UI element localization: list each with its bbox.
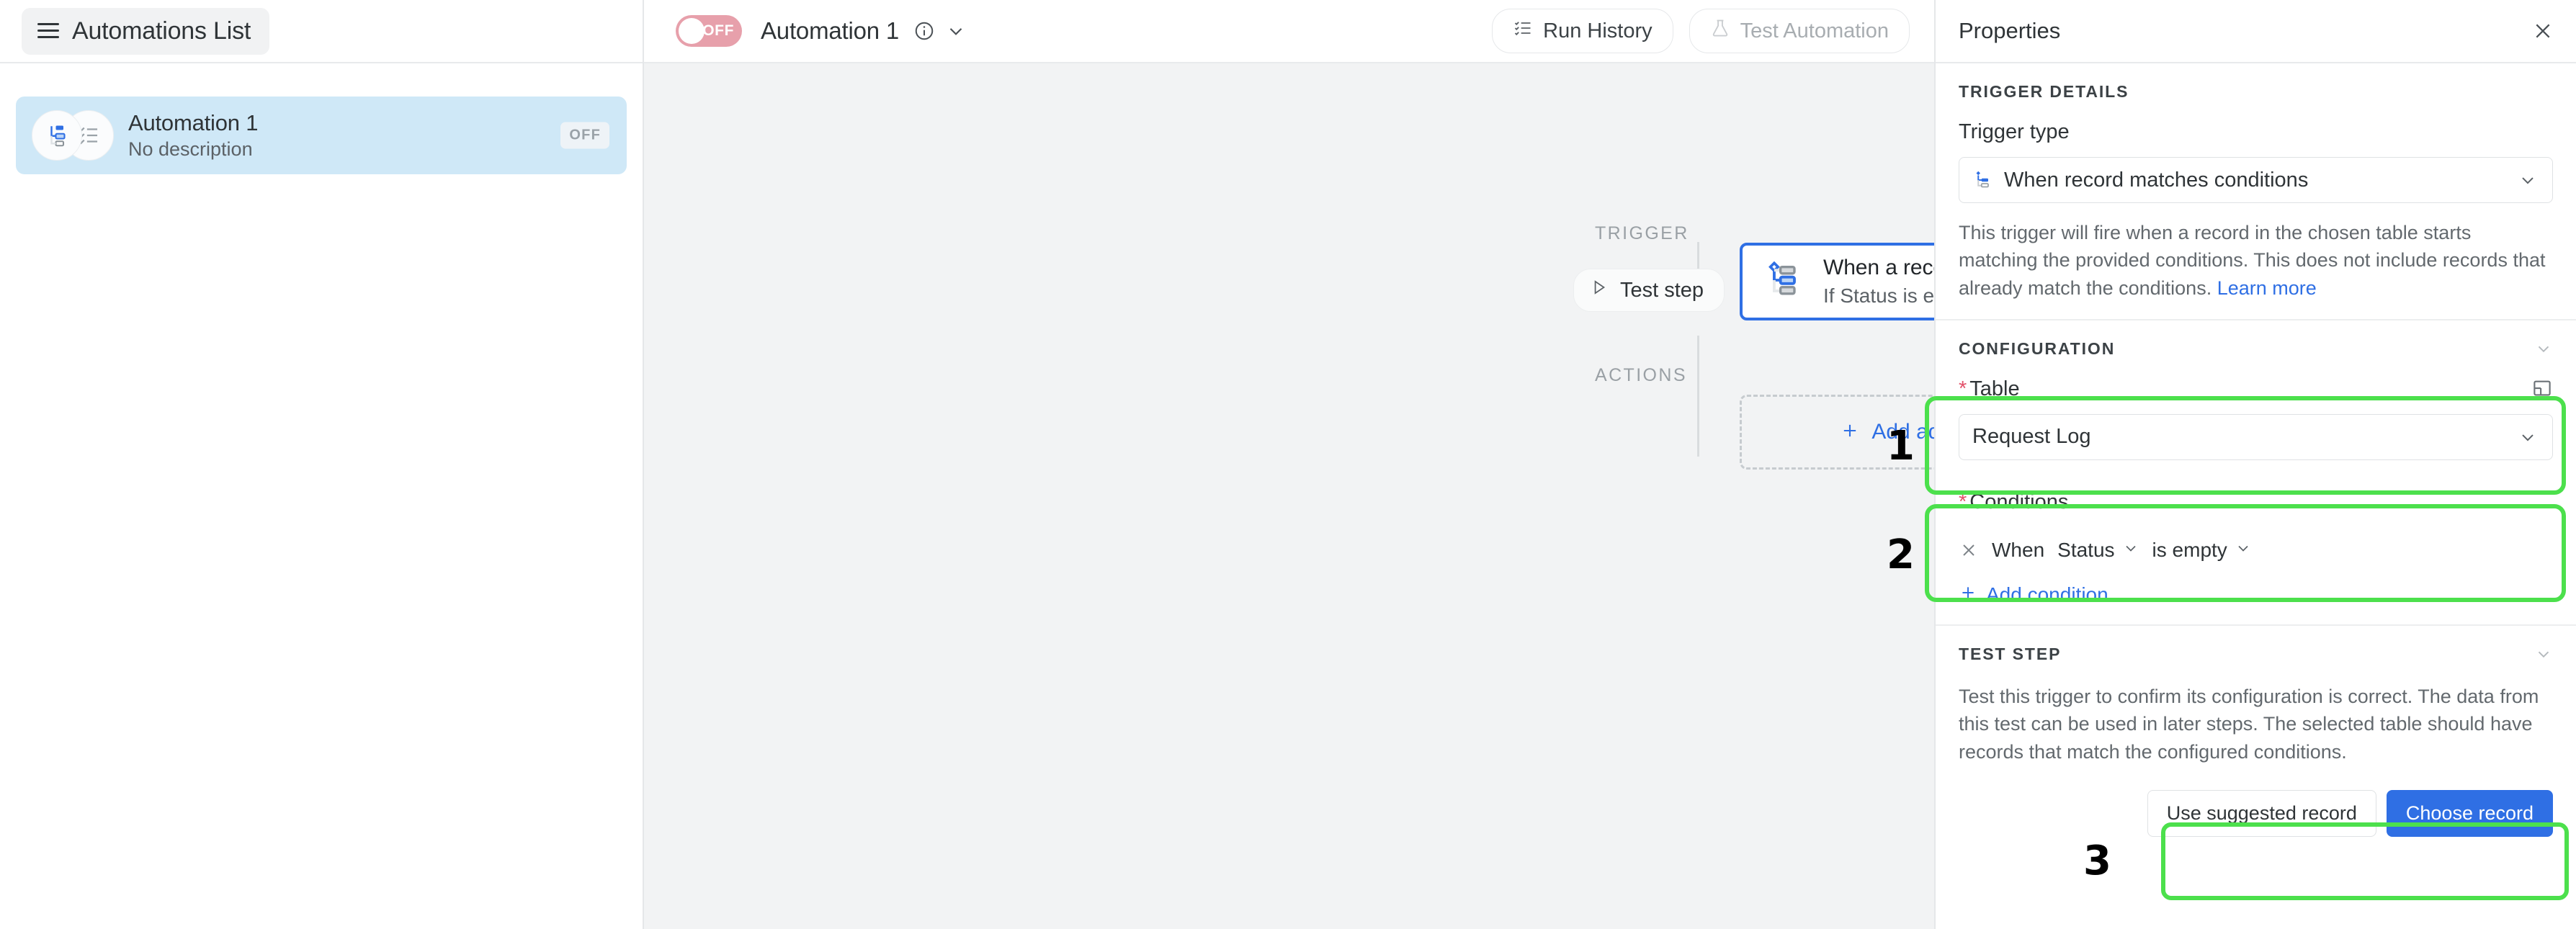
chevron-down-icon <box>2122 539 2139 560</box>
conditions-field-group: * Conditions When Status is empty Add co… <box>1959 490 2553 607</box>
info-icon[interactable] <box>913 20 935 42</box>
remove-condition-icon[interactable] <box>1959 540 1979 560</box>
run-history-icon <box>1513 18 1533 44</box>
trigger-type-value: When record matches conditions <box>2004 168 2309 192</box>
editor-toolbar: OFF Automation 1 Run History Test Automa… <box>644 0 1934 63</box>
flow-canvas: TRIGGER ACTIONS Test step When a rec If … <box>644 63 1934 929</box>
toggle-knob <box>679 18 705 44</box>
toggle-label: OFF <box>702 22 734 39</box>
properties-header: Properties <box>1936 0 2576 63</box>
required-asterisk: * <box>1959 377 1967 400</box>
trigger-card-subtitle: If Status is empty <box>1823 284 1934 307</box>
trigger-details-heading-label: TRIGGER DETAILS <box>1959 82 2129 101</box>
trigger-card-text: When a record matches conditions If Stat… <box>1823 256 1934 308</box>
automations-list-label: Automations List <box>72 17 251 45</box>
properties-title: Properties <box>1959 18 2061 43</box>
condition-field-select[interactable]: Status <box>2057 539 2139 562</box>
trigger-lane-label: TRIGGER <box>1595 223 1689 243</box>
chevron-down-icon <box>2518 427 2538 447</box>
test-step-button[interactable]: Test step <box>1573 269 1725 312</box>
automations-sidebar: Automations List Automation 1 No descrip… <box>0 0 644 929</box>
add-condition-button[interactable]: Add condition <box>1959 583 2108 607</box>
table-label: * Table <box>1959 377 2553 401</box>
trigger-details-section: TRIGGER DETAILS Trigger type When record <box>1936 63 2576 320</box>
expand-table-icon[interactable] <box>2531 377 2553 399</box>
annotation-marker-3: 3 <box>2083 838 2111 884</box>
condition-operator-value: is empty <box>2152 538 2227 561</box>
test-step-heading: TEST STEP <box>1959 645 2553 664</box>
trigger-card[interactable]: When a record matches conditions If Stat… <box>1740 243 1934 320</box>
trigger-type-label: Trigger type <box>1959 120 2070 143</box>
table-value: Request Log <box>1972 425 2091 449</box>
run-history-label: Run History <box>1543 19 1653 42</box>
record-matches-conditions-icon <box>1972 169 1994 191</box>
run-history-button[interactable]: Run History <box>1492 9 1673 53</box>
record-matches-conditions-icon <box>1763 259 1804 305</box>
collapse-chevron-icon[interactable] <box>2534 645 2553 663</box>
chevron-down-icon <box>2518 170 2538 190</box>
condition-field-value: Status <box>2057 538 2115 561</box>
test-automation-button[interactable]: Test Automation <box>1689 9 1910 53</box>
trigger-type-select[interactable]: When record matches conditions <box>1959 157 2553 203</box>
table-field-group: * Table Request Log <box>1959 377 2553 460</box>
hamburger-menu-icon <box>37 23 59 39</box>
add-condition-label: Add condition <box>1986 583 2108 606</box>
collapse-chevron-icon[interactable] <box>2534 339 2553 358</box>
configuration-heading-label: CONFIGURATION <box>1959 338 2116 358</box>
close-icon[interactable] <box>2531 19 2554 42</box>
annotation-marker-2: 2 <box>1887 531 1915 578</box>
list-item[interactable]: Automation 1 No description OFF <box>16 97 627 174</box>
flask-icon <box>1710 18 1730 44</box>
table-select[interactable]: Request Log <box>1959 413 2553 460</box>
list-item-text: Automation 1 No description <box>128 110 258 161</box>
automations-list: Automation 1 No description OFF <box>0 63 643 174</box>
flow-graph: TRIGGER ACTIONS Test step When a rec If … <box>644 63 1934 929</box>
test-step-heading-label: TEST STEP <box>1959 644 2062 663</box>
sidebar-header: Automations List <box>0 0 643 63</box>
test-step-buttons: Use suggested record Choose record <box>1959 789 2553 837</box>
automations-list-button[interactable]: Automations List <box>22 7 270 55</box>
configuration-heading: CONFIGURATION <box>1959 339 2553 359</box>
table-label-text: Table <box>1969 377 2020 400</box>
required-asterisk: * <box>1959 490 1967 513</box>
automation-avatar-group <box>32 110 124 161</box>
annotation-marker-1: 1 <box>1887 423 1915 470</box>
properties-body: TRIGGER DETAILS Trigger type When record <box>1936 63 2576 929</box>
learn-more-link[interactable]: Learn more <box>2217 277 2317 299</box>
configuration-section: CONFIGURATION * Table Request Log * Cond… <box>1936 320 2576 626</box>
test-step-label: Test step <box>1620 278 1704 302</box>
plus-icon <box>1840 421 1860 444</box>
chevron-down-icon <box>2235 539 2252 560</box>
conditions-label: * Conditions <box>1959 490 2553 514</box>
list-item-title: Automation 1 <box>128 110 259 135</box>
flow-branch-icon <box>32 110 82 161</box>
trigger-helper-text: This trigger will fire when a record in … <box>1959 219 2553 302</box>
toolbar-actions: Run History Test Automation <box>1492 9 1910 53</box>
test-step-description: Test this trigger to confirm its configu… <box>1959 685 2539 763</box>
app-root: Automations List Automation 1 No descrip… <box>0 0 2576 929</box>
trigger-details-heading: TRIGGER DETAILS <box>1959 82 2553 102</box>
condition-operator-select[interactable]: is empty <box>2152 539 2252 562</box>
use-suggested-record-button[interactable]: Use suggested record <box>2147 789 2376 837</box>
properties-panel: Properties TRIGGER DETAILS Trigger type <box>1934 0 2576 929</box>
page-title: Automation 1 <box>761 17 900 44</box>
condition-row: When Status is empty <box>1959 539 2553 562</box>
automation-editor: OFF Automation 1 Run History Test Automa… <box>644 0 1934 929</box>
actions-lane-label: ACTIONS <box>1595 365 1687 385</box>
automation-enable-toggle[interactable]: OFF <box>676 15 742 47</box>
test-step-section: TEST STEP Test this trigger to confirm i… <box>1936 626 2576 854</box>
plus-icon <box>1959 583 1977 607</box>
play-icon <box>1590 278 1609 302</box>
conditions-label-text: Conditions <box>1969 490 2069 513</box>
flow-connector-bottom <box>1697 336 1699 457</box>
list-item-description: No description <box>128 138 253 160</box>
condition-when-label: When <box>1992 538 2045 561</box>
test-automation-label: Test Automation <box>1740 19 1889 42</box>
choose-record-button[interactable]: Choose record <box>2386 789 2553 837</box>
title-chevron-down-icon[interactable] <box>945 20 967 42</box>
trigger-card-title: When a record matches conditions <box>1823 256 1934 279</box>
status-badge: OFF <box>560 122 609 149</box>
